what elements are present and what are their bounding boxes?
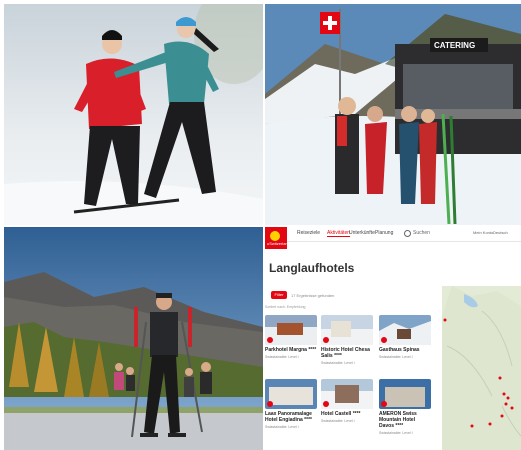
hotel-name: AMERON Swiss Mountain Hotel Davos **** [379, 411, 417, 429]
photo-roller-skiing [4, 227, 263, 450]
search-icon[interactable] [404, 230, 411, 237]
nav-account[interactable]: Mein Konto [473, 230, 493, 235]
swisstainable-badge [267, 337, 273, 343]
site-logo[interactable]: uSwitzerland [265, 227, 290, 249]
hotel-name: Parkhotel Margna **** [265, 347, 317, 353]
hotel-name: Hotel Castell **** [321, 411, 361, 417]
hotel-meta: Swisstainable: Level I [265, 425, 299, 429]
swisstainable-badge [381, 401, 387, 407]
nav-item-destinations[interactable]: Reiseziele [297, 230, 320, 236]
sun-icon [270, 231, 280, 241]
filter-button[interactable]: Filter [271, 291, 287, 299]
result-count: 17 Ergebnisse gefunden [291, 293, 335, 298]
catering-sign: CATERING [434, 41, 475, 50]
hotel-meta: Swisstainable: Level I [379, 355, 413, 359]
hotel-meta: Swisstainable: Level I [379, 431, 413, 435]
hotel-meta: Swisstainable: Level I [321, 361, 355, 365]
photo-ski-instructor [4, 4, 263, 225]
logo-text: uSwitzerland [267, 241, 290, 246]
hotel-card[interactable]: AMERON Swiss Mountain Hotel Davos **** S… [379, 379, 431, 435]
hotel-map[interactable] [442, 286, 521, 450]
hotel-name: Historic Hotel Chesa Salis **** [321, 347, 370, 359]
photo-catering-truck: CATERING [265, 4, 521, 225]
hotel-card[interactable]: Parkhotel Margna **** Swisstainable: Lev… [265, 315, 317, 359]
nav-item-accommodation[interactable]: Unterkünfte [349, 230, 375, 236]
website-screenshot: Aktivitäten Reiseziele Unterkünfte Planu… [265, 227, 521, 450]
swisstainable-badge [323, 401, 329, 407]
site-navbar: Aktivitäten Reiseziele Unterkünfte Planu… [265, 227, 521, 242]
sort-label[interactable]: Sortiert nach: Empfehlung [265, 305, 305, 309]
hotel-name: Laax Panoramalage Hotel Engiadina **** [265, 411, 312, 423]
swisstainable-badge [381, 337, 387, 343]
nav-item-planning[interactable]: Planung [375, 230, 393, 236]
swisstainable-badge [267, 401, 273, 407]
hotel-card[interactable]: Laax Panoramalage Hotel Engiadina **** S… [265, 379, 317, 429]
swisstainable-badge [323, 337, 329, 343]
hotel-card[interactable]: Hotel Castell **** Swisstainable: Level … [321, 379, 373, 423]
nav-search[interactable]: Suchen [413, 230, 430, 236]
hotel-card[interactable]: Gasthaus Spinas Swisstainable: Level I [379, 315, 431, 359]
hotel-meta: Swisstainable: Level I [321, 419, 355, 423]
page-title: Langlaufhotels [269, 261, 355, 275]
nav-language[interactable]: Deutsch [493, 230, 508, 235]
nav-item-activities[interactable]: Aktivitäten [327, 230, 351, 237]
hotel-name: Gasthaus Spinas [379, 347, 420, 353]
hotel-meta: Swisstainable: Level I [265, 355, 299, 359]
hotel-card[interactable]: Historic Hotel Chesa Salis **** Swisstai… [321, 315, 373, 365]
